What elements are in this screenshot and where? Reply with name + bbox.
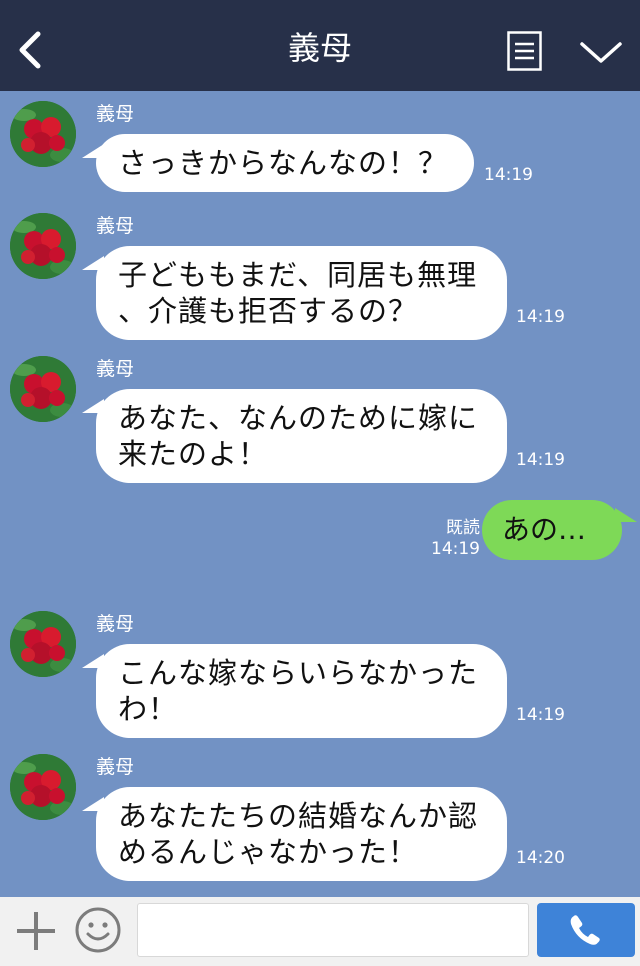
- message-input[interactable]: [137, 903, 529, 957]
- message-line: めるんじゃなかった！: [118, 835, 419, 869]
- message-bubble: こんな嫁ならいらなかった わ！: [82, 644, 507, 738]
- message-time: 14:19: [516, 307, 565, 327]
- message-line: こんな嫁ならいらなかった: [118, 656, 479, 690]
- sender-name: 義母: [96, 756, 135, 778]
- message-line: あなたたちの結婚なんか認: [118, 799, 479, 833]
- chat-area[interactable]: 義母 さっきからなんなの！？ 14:19 義母 子どももまだ、同居も無理 、介護…: [0, 91, 640, 897]
- message-bubble: あなたたちの結婚なんか認 めるんじゃなかった！: [82, 787, 507, 881]
- call-button[interactable]: [537, 903, 635, 957]
- message-bubble: あなた、なんのために嫁に 来たのよ！: [82, 389, 507, 483]
- message-time: 14:19: [516, 705, 565, 725]
- avatar[interactable]: [10, 213, 76, 279]
- message-line: 来たのよ！: [118, 437, 269, 471]
- input-bar: [0, 897, 640, 966]
- avatar[interactable]: [10, 101, 76, 167]
- message-bubble: 子どももまだ、同居も無理 、介護も拒否するの？: [82, 246, 507, 340]
- sender-name: 義母: [96, 358, 135, 380]
- message-time: 14:19: [484, 165, 533, 185]
- message-time: 14:19: [516, 450, 565, 470]
- message-time: 14:20: [516, 848, 565, 868]
- avatar[interactable]: [10, 611, 76, 677]
- message-line: 子どももまだ、同居も無理: [118, 258, 478, 292]
- message-bubble: さっきからなんなの！？: [82, 134, 474, 192]
- sender-name: 義母: [96, 103, 135, 125]
- message-line: 、介護も拒否するの？: [118, 294, 419, 328]
- read-label: 既読: [446, 518, 480, 538]
- chevron-down-icon[interactable]: [579, 36, 623, 66]
- menu-icon[interactable]: [507, 31, 542, 71]
- chat-title: 義母: [287, 29, 352, 67]
- my-message-bubble: あの…: [482, 500, 637, 560]
- message-line: わ！: [118, 692, 179, 726]
- smiley-icon[interactable]: [74, 906, 122, 954]
- phone-icon: [570, 915, 600, 945]
- read-status: 既読 14:19: [431, 518, 480, 560]
- sender-name: 義母: [96, 215, 135, 237]
- sender-name: 義母: [96, 613, 135, 635]
- plus-icon[interactable]: [14, 909, 58, 953]
- avatar[interactable]: [10, 356, 76, 422]
- message-line: あなた、なんのために嫁に: [118, 401, 479, 435]
- avatar[interactable]: [10, 754, 76, 820]
- message-line: さっきからなんなの！？: [118, 146, 449, 180]
- chat-header: 義母: [0, 0, 640, 91]
- message-time: 14:19: [431, 539, 480, 559]
